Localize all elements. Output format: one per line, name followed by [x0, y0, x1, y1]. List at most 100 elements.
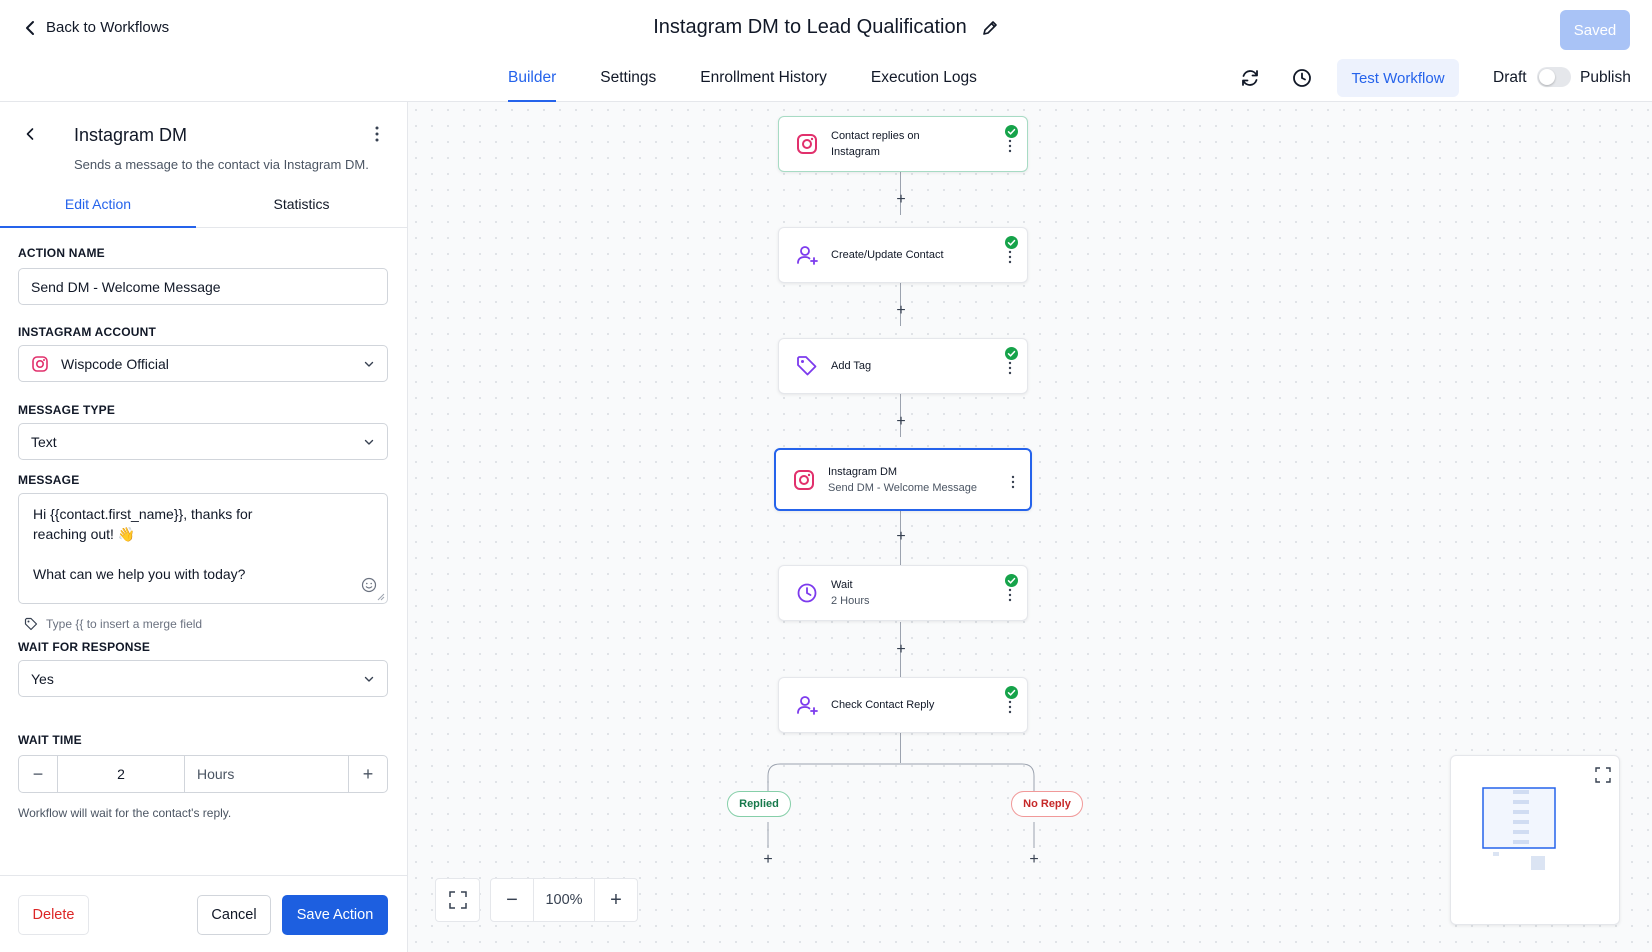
branch-replied-pill[interactable]: Replied	[727, 791, 791, 817]
workflow-node-instagram-dm[interactable]: Instagram DM Send DM - Welcome Message	[774, 448, 1032, 511]
wait-for-response-select[interactable]: Yes	[18, 660, 388, 697]
node-menu-icon[interactable]	[1008, 700, 1012, 714]
zoom-out-button[interactable]: −	[491, 879, 533, 921]
add-step-plus[interactable]: +	[894, 642, 908, 658]
panel-back-chevron-icon[interactable]	[22, 126, 38, 142]
node-menu-icon[interactable]	[1008, 588, 1012, 602]
message-line: What can we help you with today?	[33, 566, 246, 582]
node-menu-icon[interactable]	[1011, 475, 1015, 489]
action-panel: Instagram DM Sends a message to the cont…	[0, 102, 408, 952]
more-options-icon[interactable]	[370, 124, 384, 144]
resize-grip-icon[interactable]	[377, 593, 385, 601]
node-title-line2: Instagram	[831, 146, 880, 158]
check-circle-icon	[1005, 236, 1018, 249]
toggle-knob	[1539, 69, 1555, 85]
expand-icon[interactable]	[1594, 766, 1612, 784]
zoom-level: 100%	[533, 879, 595, 921]
history-clock-icon[interactable]	[1291, 67, 1313, 89]
fit-view-button[interactable]	[435, 878, 480, 922]
delete-button[interactable]: Delete	[18, 895, 89, 935]
workflow-canvas[interactable]: + + + + + Contact replies on Instagram C…	[408, 102, 1652, 952]
expand-icon	[448, 891, 467, 909]
cancel-button[interactable]: Cancel	[197, 895, 271, 935]
check-circle-icon	[1005, 686, 1018, 699]
branch-no-reply-pill[interactable]: No Reply	[1011, 791, 1083, 817]
wait-time-unit[interactable]: Hours	[185, 756, 349, 792]
tab-edit-action[interactable]: Edit Action	[0, 182, 196, 228]
panel-description: Sends a message to the contact via Insta…	[74, 157, 369, 172]
add-step-plus[interactable]: +	[894, 303, 908, 319]
tab-execution-logs[interactable]: Execution Logs	[871, 64, 977, 102]
saved-button[interactable]: Saved	[1560, 10, 1630, 50]
emoji-icon[interactable]	[361, 577, 377, 593]
workflow-title: Instagram DM to Lead Qualification	[653, 16, 967, 38]
refresh-icon[interactable]	[1239, 67, 1261, 89]
wait-for-response-value: Yes	[31, 670, 54, 687]
panel-tabs: Edit Action Statistics	[0, 182, 407, 228]
wait-time-value[interactable]: 2	[57, 756, 185, 792]
tag-icon	[797, 356, 817, 376]
tab-builder[interactable]: Builder	[508, 64, 557, 102]
tab-enrollment-history[interactable]: Enrollment History	[700, 64, 827, 102]
node-menu-icon[interactable]	[1008, 250, 1012, 264]
check-circle-icon	[1005, 125, 1018, 138]
add-step-plus[interactable]: +	[894, 529, 908, 545]
node-title: Wait	[831, 579, 853, 591]
tab-statistics[interactable]: Statistics	[196, 182, 407, 227]
add-step-plus[interactable]: +	[761, 852, 775, 868]
workflow-node-trigger[interactable]: Contact replies on Instagram	[778, 116, 1028, 172]
instagram-icon	[797, 134, 817, 154]
connector-line	[900, 733, 901, 763]
workflow-node-add-tag[interactable]: Add Tag	[778, 338, 1028, 394]
tab-settings[interactable]: Settings	[600, 64, 656, 102]
node-subtitle: Send DM - Welcome Message	[828, 481, 977, 494]
node-subtitle: 2 Hours	[831, 595, 870, 607]
workflow-title-group: Instagram DM to Lead Qualification	[0, 16, 1652, 39]
publish-toggle[interactable]	[1537, 67, 1571, 87]
check-circle-icon	[1005, 574, 1018, 587]
workflow-node-create-contact[interactable]: Create/Update Contact	[778, 227, 1028, 283]
node-title: Instagram DM	[828, 465, 898, 478]
panel-title: Instagram DM	[74, 125, 188, 145]
instagram-icon	[32, 355, 48, 372]
zoom-in-button[interactable]: +	[595, 879, 637, 921]
merge-hint-text: Type {{ to insert a merge field	[46, 617, 203, 631]
action-name-input[interactable]: Send DM - Welcome Message	[18, 268, 388, 305]
increment-button[interactable]: +	[349, 756, 387, 792]
workflow-node-check-reply[interactable]: Check Contact Reply	[778, 677, 1028, 733]
wait-time-stepper: − 2 Hours +	[18, 755, 388, 793]
instagram-account-value: Wispcode Official	[61, 355, 169, 372]
main-tabs: Builder Settings Enrollment History Exec…	[508, 64, 977, 102]
node-title: Create/Update Contact	[831, 249, 944, 261]
minimap[interactable]	[1450, 755, 1620, 925]
message-textarea[interactable]: Hi {{contact.first_name}}, thanks for re…	[18, 493, 388, 604]
draft-label: Draft	[1493, 69, 1527, 86]
decrement-button[interactable]: −	[19, 756, 57, 792]
test-workflow-button[interactable]: Test Workflow	[1337, 59, 1459, 97]
wait-time-label: WAIT TIME	[18, 733, 82, 747]
top-bar: Back to Workflows Instagram DM to Lead Q…	[0, 0, 1652, 102]
instagram-account-select[interactable]: Wispcode Official	[18, 345, 388, 382]
panel-footer: Delete Cancel Save Action	[0, 875, 407, 952]
wait-note: Workflow will wait for the contact's rep…	[18, 806, 232, 820]
check-circle-icon	[1005, 347, 1018, 360]
message-line: Hi {{contact.first_name}}, thanks for	[33, 506, 253, 522]
node-menu-icon[interactable]	[1008, 361, 1012, 375]
wait-for-response-label: WAIT FOR RESPONSE	[18, 640, 151, 654]
message-line: reaching out! 👋	[33, 526, 136, 542]
workflow-node-wait[interactable]: Wait 2 Hours	[778, 565, 1028, 621]
node-label: Contact replies on Instagram	[831, 128, 920, 160]
save-action-button[interactable]: Save Action	[282, 895, 388, 935]
message-type-select[interactable]: Text	[18, 423, 388, 460]
message-type-value: Text	[31, 433, 57, 450]
node-menu-icon[interactable]	[1008, 139, 1012, 153]
user-plus-icon	[797, 246, 818, 265]
add-step-plus[interactable]: +	[894, 414, 908, 430]
clock-icon	[797, 583, 817, 603]
chevron-down-icon	[364, 361, 374, 367]
branch-connector	[767, 763, 1035, 848]
add-step-plus[interactable]: +	[894, 192, 908, 208]
add-step-plus[interactable]: +	[1027, 852, 1041, 868]
message-label: MESSAGE	[18, 473, 80, 487]
pencil-icon[interactable]	[981, 19, 999, 37]
